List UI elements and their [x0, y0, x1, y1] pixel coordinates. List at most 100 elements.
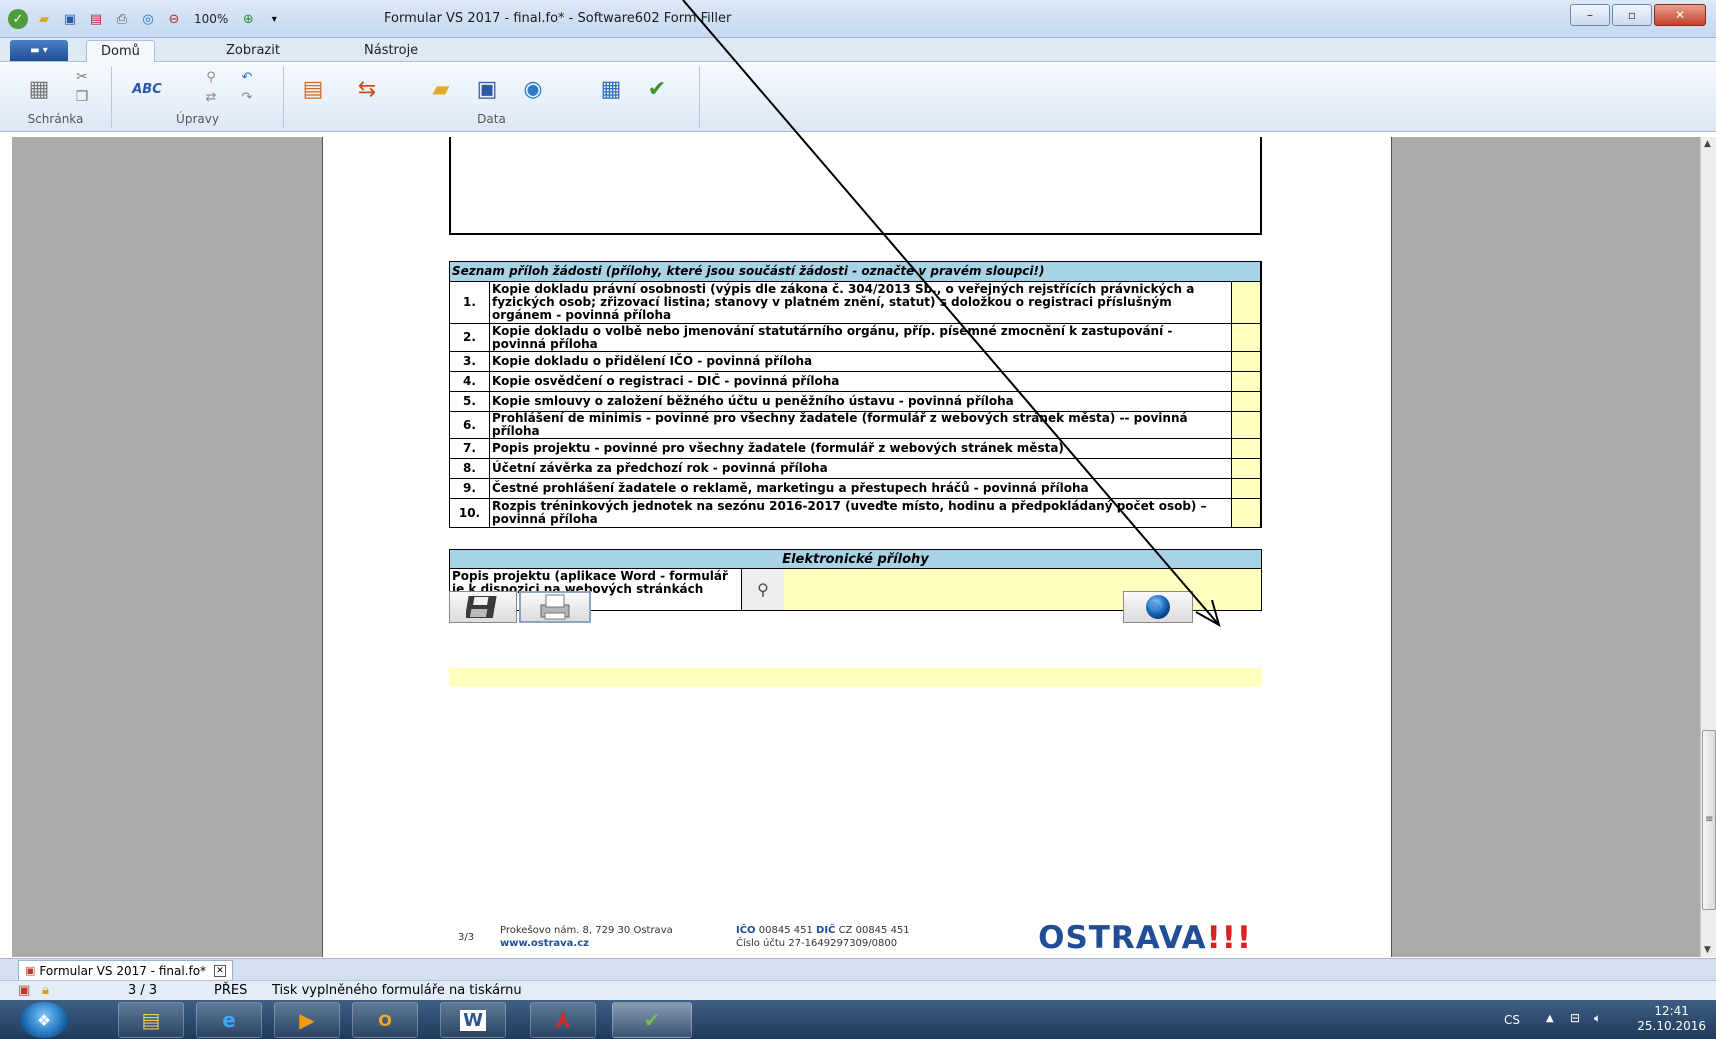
- minimize-button[interactable]: –: [1570, 4, 1610, 26]
- tab-zobrazit[interactable]: Zobrazit: [212, 40, 294, 62]
- acrobat-icon: ⅄: [555, 1008, 571, 1032]
- attachment-number: 3.: [449, 351, 490, 372]
- page-number: 3/3: [458, 932, 475, 943]
- form-file-icon: ▣: [25, 964, 36, 977]
- calculator-icon[interactable]: ▦: [594, 72, 628, 106]
- taskbar-acrobat[interactable]: ⅄: [530, 1002, 596, 1038]
- system-tray: CS ▲ ⊟ 🔈︎ 12:41 25.10.2016: [1486, 1000, 1716, 1039]
- zoom-tool-icon[interactable]: ◎: [138, 9, 158, 29]
- attachment-checkbox[interactable]: [1230, 478, 1262, 499]
- undo-icon[interactable]: ↶: [236, 68, 258, 86]
- group-upravy: ABC ⚲ ⇄ ↶ ↷ Úpravy: [112, 66, 284, 128]
- validate-icon[interactable]: ✔: [640, 72, 674, 106]
- ribbon-tab-row: ▬ ▾ Domů Zobrazit Nástroje: [0, 38, 1716, 62]
- app-menu-icon[interactable]: ✓: [8, 9, 28, 29]
- scroll-up-icon[interactable]: ▲: [1704, 139, 1711, 149]
- copy-icon[interactable]: ❐: [70, 88, 94, 106]
- footer-web-link[interactable]: www.ostrava.cz: [500, 938, 589, 949]
- attachment-text: Kopie osvědčení o registraci - DIČ - pov…: [489, 371, 1232, 392]
- show-hidden-icons-icon[interactable]: ▲: [1546, 1013, 1554, 1024]
- export-icon[interactable]: ▣: [470, 72, 504, 106]
- logo-text: OSTRAVA: [1038, 920, 1207, 956]
- zoom-out-icon[interactable]: ⊖: [164, 9, 184, 29]
- attachment-number: 10.: [449, 498, 490, 528]
- form-status-icon: ▣: [18, 983, 31, 998]
- attachment-checkbox[interactable]: [1230, 281, 1262, 324]
- attachment-row: 4. Kopie osvědčení o registraci - DIČ - p…: [449, 371, 1262, 392]
- redo-icon[interactable]: ↷: [236, 88, 258, 106]
- taskbar-outlook[interactable]: O: [352, 1002, 418, 1038]
- attachment-row: 8. Účetní závěrka za předchozí rok - povi…: [449, 458, 1262, 479]
- attachment-number: 6.: [449, 411, 490, 439]
- transfer-icon[interactable]: ⇆: [350, 72, 384, 106]
- save-form-button[interactable]: [449, 591, 517, 623]
- group-schranka: ▦ ✂ ❐ Schránka: [0, 66, 112, 128]
- attachment-text: Prohlášení de minimis - povinné pro všec…: [489, 411, 1232, 439]
- tab-nastroje[interactable]: Nástroje: [350, 40, 432, 62]
- taskbar-media-player[interactable]: ▶: [274, 1002, 340, 1038]
- attachment-text: Kopie dokladu o přidělení IČO - povinná …: [489, 351, 1232, 372]
- cut-icon[interactable]: ✂: [70, 68, 94, 86]
- network-icon[interactable]: ⊟: [1570, 1011, 1580, 1025]
- import-icon[interactable]: ▰: [424, 72, 458, 106]
- attachment-checkbox[interactable]: [1230, 438, 1262, 459]
- floppy-icon: [466, 596, 497, 618]
- form-data-icon[interactable]: ▤: [296, 72, 330, 106]
- attach-file-button[interactable]: ⚲: [742, 569, 784, 610]
- language-indicator[interactable]: CS: [1504, 1013, 1520, 1027]
- print-preview-icon[interactable]: ▤: [86, 9, 106, 29]
- document-tab[interactable]: ▣ Formular VS 2017 - final.fo* ✕: [18, 960, 234, 980]
- attachments-header: Seznam příloh žádosti (přílohy, které js…: [449, 261, 1262, 282]
- taskbar-form-filler[interactable]: ✔: [612, 1002, 692, 1038]
- ico-label: IČO: [736, 925, 756, 936]
- send-online-icon[interactable]: ◉: [516, 72, 550, 106]
- customize-toolbar-icon[interactable]: ▾: [264, 9, 284, 29]
- send-form-button[interactable]: [1123, 591, 1193, 623]
- attachment-number: 2.: [449, 323, 490, 352]
- vertical-scrollbar[interactable]: ▲ ≡ ▼: [1700, 137, 1716, 957]
- title-bar: ✓ ▰ ▣ ▤ ⎙ ◎ ⊖ 100% ⊕ ▾ Formular VS 2017 …: [0, 0, 1716, 38]
- attachment-checkbox[interactable]: [1230, 351, 1262, 372]
- attachment-checkbox[interactable]: [1230, 458, 1262, 479]
- print-icon[interactable]: ⎙: [112, 9, 132, 29]
- printer-icon: [540, 594, 570, 620]
- scroll-down-icon[interactable]: ▼: [1704, 945, 1711, 955]
- replace-icon[interactable]: ⇄: [200, 88, 222, 106]
- open-folder-icon[interactable]: ▰: [34, 9, 54, 29]
- attachment-checkbox[interactable]: [1230, 391, 1262, 412]
- taskbar-internet-explorer[interactable]: e: [196, 1002, 262, 1038]
- find-icon[interactable]: ⚲: [200, 68, 222, 86]
- taskbar-word[interactable]: W: [440, 1002, 506, 1038]
- electronic-attachments-header: Elektronické přílohy: [449, 549, 1262, 569]
- start-button[interactable]: ❖: [20, 1002, 68, 1038]
- outlook-icon: O: [378, 1010, 392, 1030]
- ostrava-logo: OSTRAVA!!!: [1038, 920, 1252, 956]
- file-menu-button[interactable]: ▬ ▾: [10, 40, 68, 61]
- attachment-checkbox[interactable]: [1230, 371, 1262, 392]
- group-label-schranka: Schránka: [27, 112, 84, 126]
- group-label-upravy: Úpravy: [176, 112, 219, 126]
- tab-domu[interactable]: Domů: [86, 40, 155, 62]
- paste-icon[interactable]: ▦: [22, 72, 56, 106]
- attachment-checkbox[interactable]: [1230, 411, 1262, 439]
- close-button[interactable]: ✕: [1654, 4, 1706, 26]
- close-tab-icon[interactable]: ✕: [214, 964, 227, 977]
- magnifier-icon: ⚲: [757, 580, 769, 599]
- spellcheck-icon[interactable]: ABC: [130, 72, 164, 106]
- zoom-level[interactable]: 100%: [194, 12, 228, 26]
- save-icon[interactable]: ▣: [60, 9, 80, 29]
- scroll-grip-icon: ≡: [1705, 814, 1714, 825]
- signature-field[interactable]: [449, 668, 1262, 687]
- attachment-checkbox[interactable]: [1230, 323, 1262, 352]
- clock-time: 12:41: [1654, 1004, 1689, 1018]
- document-tabs: ▣ Formular VS 2017 - final.fo* ✕: [0, 958, 1716, 980]
- restore-button[interactable]: ▫: [1612, 4, 1652, 26]
- taskbar-explorer[interactable]: ▤: [118, 1002, 184, 1038]
- attachment-checkbox[interactable]: [1230, 498, 1262, 528]
- attachment-row: 5. Kopie smlouvy o založení běžného účtu …: [449, 391, 1262, 412]
- clock[interactable]: 12:41 25.10.2016: [1637, 1004, 1706, 1034]
- volume-icon[interactable]: 🔈︎: [1594, 1011, 1601, 1026]
- zoom-in-icon[interactable]: ⊕: [238, 9, 258, 29]
- print-form-button[interactable]: [519, 591, 591, 623]
- text-area-box[interactable]: [449, 137, 1262, 235]
